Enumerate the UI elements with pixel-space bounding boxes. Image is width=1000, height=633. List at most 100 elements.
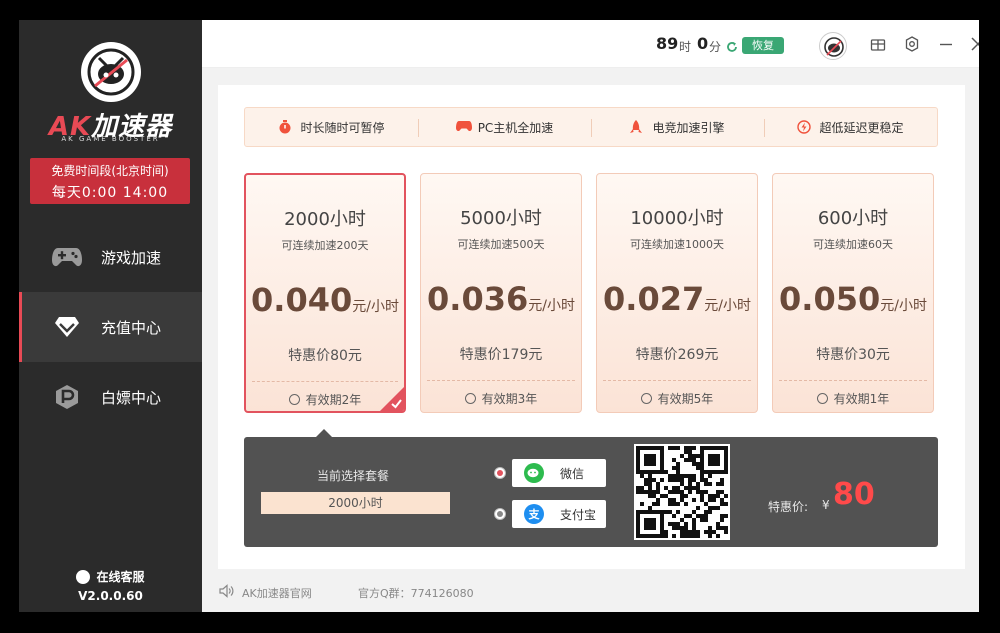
free-period-label: 免费时间段(北京时间) — [51, 164, 169, 178]
refresh-icon[interactable] — [726, 38, 738, 52]
nav-label: 游戏加速 — [101, 248, 162, 267]
feature-label: PC主机全加速 — [477, 120, 554, 135]
app-window: AK加速器 AK GAME BOOSTER 免费时间段(北京时间) 每天0:00… — [19, 20, 979, 612]
gamepad-icon — [455, 120, 472, 134]
close-icon[interactable] — [970, 36, 979, 52]
feature-item: PC主机全加速 — [418, 108, 591, 146]
plan-price: 0.027 — [603, 280, 705, 318]
feature-label: 时长随时可暂停 — [300, 120, 385, 135]
plan-special-price: 特惠价179元 — [459, 347, 543, 363]
alipay-radio[interactable] — [494, 508, 506, 520]
rocket-icon — [630, 120, 644, 134]
qq-group-text: 官方Q群：774126080 — [358, 587, 474, 600]
remaining-minutes: 0 — [697, 34, 709, 53]
feature-strip: 时长随时可暂停 PC主机全加速 电竞加速引擎 超低延迟更稳定 — [244, 107, 938, 147]
logo-emblem-icon — [81, 42, 141, 102]
feature-item: 时长随时可暂停 — [245, 108, 418, 146]
plan-continuous: 可连续加速200天 — [281, 239, 369, 252]
nav-recharge-center[interactable]: 充值中心 — [19, 292, 202, 362]
alipay-label: 支付宝 — [560, 507, 597, 522]
plan-price-unit: 元/小时 — [704, 298, 751, 314]
speaker-icon — [218, 583, 234, 599]
divider — [603, 380, 751, 381]
feature-item: 电竞加速引擎 — [591, 108, 764, 146]
sidebar: AK加速器 AK GAME BOOSTER 免费时间段(北京时间) 每天0:00… — [19, 20, 202, 612]
feature-label: 电竞加速引擎 — [652, 120, 725, 135]
wechat-pay-button[interactable]: 微信 — [512, 459, 606, 487]
divider — [252, 381, 398, 382]
plan-card[interactable]: 2000小时 可连续加速200天 0.040元/小时 特惠价80元 有效期2年 — [244, 173, 406, 413]
official-site-link[interactable]: AK加速器官网 — [242, 585, 312, 601]
plan-hours: 10000小时 — [630, 208, 724, 229]
nav-label: 白嫖中心 — [101, 388, 162, 407]
feature-item: 超低延迟更稳定 — [764, 108, 937, 146]
version-label: V2.0.0.60 — [78, 589, 143, 603]
avatar[interactable] — [819, 32, 847, 60]
divider — [427, 380, 575, 381]
plan-hours: 5000小时 — [460, 208, 542, 229]
plan-card[interactable]: 10000小时 可连续加速1000天 0.027元/小时 特惠价269元 有效期… — [596, 173, 758, 413]
plan-continuous: 可连续加速60天 — [813, 238, 893, 251]
settings-icon[interactable] — [904, 36, 920, 52]
wechat-label: 微信 — [560, 466, 585, 481]
plan-price-unit: 元/小时 — [528, 298, 575, 314]
recharge-panel: 时长随时可暂停 PC主机全加速 电竞加速引擎 超低延迟更稳定 2000小时 可连… — [218, 85, 965, 569]
plan-special-price: 特惠价269元 — [635, 347, 719, 363]
current-plan-value: 2000小时 — [261, 492, 450, 514]
plan-hours: 2000小时 — [284, 209, 366, 230]
plan-special-price: 特惠价30元 — [816, 347, 890, 363]
feature-label: 超低延迟更稳定 — [819, 120, 904, 135]
hours-unit: 时 — [679, 40, 692, 54]
online-service-button[interactable]: 在线客服 — [19, 568, 202, 585]
plan-price: 0.040 — [251, 281, 353, 319]
nav-freebie-center[interactable]: 白嫖中心 — [19, 362, 202, 432]
logo-subtitle: AK GAME BOOSTER — [61, 135, 160, 143]
plan-price-row: 0.036元/小时 — [421, 280, 581, 318]
alipay-icon: 支 — [524, 504, 544, 524]
clock-icon — [640, 393, 652, 404]
divider — [779, 380, 927, 381]
plan-price-row: 0.050元/小时 — [773, 280, 933, 318]
minimize-icon[interactable] — [938, 36, 954, 52]
wechat-icon — [524, 463, 544, 483]
diamond-icon — [51, 311, 83, 343]
p-badge-icon — [51, 381, 83, 413]
plan-price-row: 0.027元/小时 — [597, 280, 757, 318]
plan-validity-label: 有效期5年 — [657, 392, 714, 406]
nav-label: 充值中心 — [101, 318, 162, 337]
plan-special-price: 特惠价80元 — [288, 348, 362, 364]
gamepad-icon — [51, 241, 83, 273]
bolt-icon — [797, 120, 812, 134]
topbar: 89 时 0 分 恢复 — [202, 20, 979, 68]
plan-list: 2000小时 可连续加速200天 0.040元/小时 特惠价80元 有效期2年 … — [244, 173, 938, 413]
plan-validity-label: 有效期2年 — [305, 393, 362, 407]
free-period-banner: 免费时间段(北京时间) 每天0:00 14:00 — [30, 158, 190, 204]
plan-validity: 有效期5年 — [597, 390, 757, 407]
alipay-button[interactable]: 支 支付宝 — [512, 500, 606, 528]
clock-icon — [464, 393, 476, 404]
plan-hours: 600小时 — [817, 208, 889, 229]
plan-validity-label: 有效期3年 — [481, 392, 538, 406]
timer-icon — [278, 120, 292, 134]
plan-card[interactable]: 600小时 可连续加速60天 0.050元/小时 特惠价30元 有效期1年 — [772, 173, 934, 413]
plan-validity-label: 有效期1年 — [833, 392, 890, 406]
clock-icon — [288, 394, 300, 405]
restore-button[interactable]: 恢复 — [742, 37, 784, 54]
plan-price-unit: 元/小时 — [352, 299, 399, 315]
clock-icon — [816, 393, 828, 404]
logo: AK加速器 AK GAME BOOSTER — [19, 20, 202, 143]
plan-validity: 有效期3年 — [421, 390, 581, 407]
plan-continuous: 可连续加速1000天 — [630, 238, 724, 251]
service-label: 在线客服 — [96, 570, 145, 584]
plan-continuous: 可连续加速500天 — [457, 238, 545, 251]
remaining-hours: 89 — [656, 34, 679, 53]
wechat-radio[interactable] — [494, 467, 506, 479]
plan-card[interactable]: 5000小时 可连续加速500天 0.036元/小时 特惠价179元 有效期3年 — [420, 173, 582, 413]
gift-icon[interactable] — [870, 36, 886, 52]
bell-icon — [76, 569, 91, 584]
sale-price-value: 80 — [833, 477, 875, 512]
minutes-unit: 分 — [709, 40, 722, 54]
nav-game-boost[interactable]: 游戏加速 — [19, 222, 202, 292]
plan-price-unit: 元/小时 — [880, 298, 927, 314]
sale-price-currency: ¥ — [822, 498, 830, 512]
